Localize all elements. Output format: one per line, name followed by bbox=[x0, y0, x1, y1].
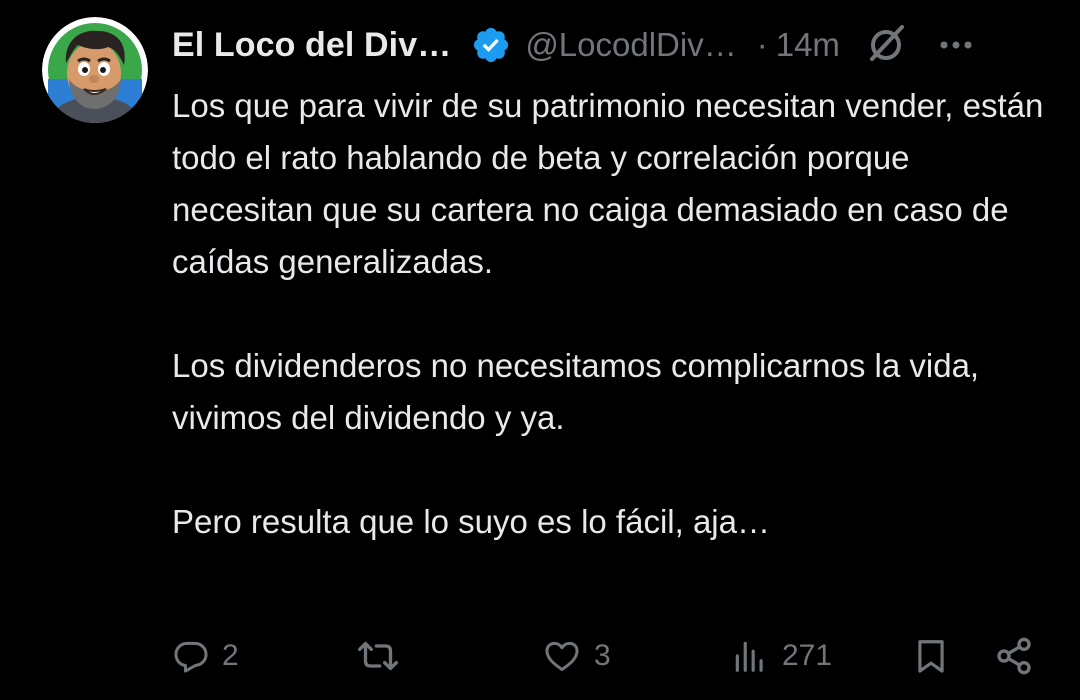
bookmark-button[interactable] bbox=[912, 628, 950, 684]
retweet-button[interactable] bbox=[356, 628, 412, 684]
views-chart-icon bbox=[735, 641, 763, 672]
reply-button[interactable]: 2 bbox=[172, 628, 239, 684]
share-button[interactable] bbox=[994, 628, 1034, 684]
tweet-text: Los que para vivir de su patrimonio nece… bbox=[172, 80, 1052, 548]
tweet-header: El Loco del Div… @LocodlDiv… · 14m bbox=[172, 22, 1060, 68]
tweet-paragraph: Los dividenderos no necesitamos complica… bbox=[172, 347, 989, 436]
views-count: 271 bbox=[782, 639, 833, 672]
like-count: 3 bbox=[594, 639, 611, 672]
timestamp[interactable]: 14m bbox=[776, 26, 840, 64]
grok-icon[interactable] bbox=[864, 23, 908, 67]
reply-count: 2 bbox=[222, 639, 239, 672]
paragraph-spacer bbox=[172, 288, 1052, 340]
share-icon bbox=[997, 637, 1031, 675]
verified-badge-icon[interactable] bbox=[471, 25, 511, 65]
paragraph-spacer bbox=[172, 444, 1052, 496]
tweet-paragraph: Pero resulta que lo suyo es lo fácil, aj… bbox=[172, 503, 770, 540]
like-button[interactable]: 3 bbox=[542, 628, 611, 684]
views-button[interactable]: 271 bbox=[730, 628, 832, 684]
more-options-icon[interactable] bbox=[936, 25, 976, 65]
reply-icon bbox=[174, 641, 208, 673]
avatar[interactable] bbox=[42, 17, 148, 123]
cartoon-man-avatar-icon bbox=[42, 17, 148, 123]
action-bar: 2 3 271 bbox=[172, 628, 1042, 684]
retweet-icon bbox=[357, 641, 398, 671]
author-handle[interactable]: @LocodlDiv… bbox=[525, 26, 736, 64]
separator-dot: · bbox=[756, 26, 768, 63]
tweet-paragraph: Los que para vivir de su patrimonio nece… bbox=[172, 87, 1053, 280]
bookmark-icon bbox=[918, 640, 944, 673]
tweet[interactable]: El Loco del Div… @LocodlDiv… · 14m Los q… bbox=[0, 0, 1080, 700]
heart-icon bbox=[545, 641, 579, 671]
author-display-name[interactable]: El Loco del Div… bbox=[172, 26, 451, 65]
